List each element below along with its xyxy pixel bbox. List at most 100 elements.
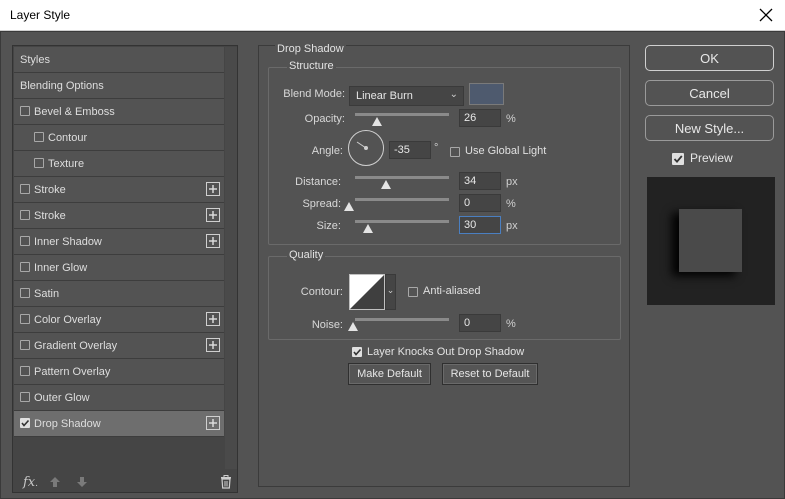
opacity-label: Opacity:: [304, 113, 345, 125]
spread-unit: %: [506, 198, 516, 210]
opacity-slider-track[interactable]: [355, 113, 449, 116]
style-list-item[interactable]: Outer Glow: [14, 385, 224, 411]
preview-checkbox[interactable]: [672, 153, 684, 165]
fx-icon[interactable]: fx.: [23, 475, 38, 490]
chevron-down-icon: ⌄: [449, 89, 458, 100]
add-effect-icon[interactable]: [206, 208, 220, 222]
window-title: Layer Style: [10, 8, 71, 22]
quality-group: Quality Contour: ⌄ Anti-aliased Noise: %: [268, 249, 621, 340]
style-checkbox[interactable]: [20, 418, 30, 428]
style-list-item[interactable]: Drop Shadow: [14, 411, 224, 437]
add-effect-icon[interactable]: [206, 312, 220, 326]
ok-button[interactable]: OK: [645, 45, 774, 71]
shadow-color-swatch[interactable]: [469, 83, 504, 105]
style-list-item[interactable]: Inner Glow: [14, 255, 224, 281]
close-icon[interactable]: [755, 4, 777, 26]
new-style-button[interactable]: New Style...: [645, 115, 774, 141]
style-checkbox[interactable]: [34, 158, 44, 168]
style-list-item[interactable]: Contour: [14, 125, 224, 151]
style-checkbox[interactable]: [20, 106, 30, 116]
add-effect-icon[interactable]: [206, 416, 220, 430]
style-list-items: Styles Blending Options Bevel & Emboss Cont…: [14, 47, 224, 437]
style-list-item[interactable]: Pattern Overlay: [14, 359, 224, 385]
style-list-item-label: Styles: [20, 54, 50, 66]
style-checkbox[interactable]: [20, 210, 30, 220]
spread-slider-thumb[interactable]: [344, 202, 354, 211]
quality-title: Quality: [287, 249, 326, 261]
trash-icon[interactable]: [220, 475, 232, 489]
spread-slider-track[interactable]: [355, 198, 449, 201]
make-default-button[interactable]: Make Default: [348, 363, 431, 385]
style-checkbox[interactable]: [20, 262, 30, 272]
noise-slider-thumb[interactable]: [348, 322, 358, 331]
style-checkbox[interactable]: [20, 340, 30, 350]
move-down-icon[interactable]: [76, 476, 88, 488]
structure-group: Structure Blend Mode: Linear Burn ⌄ Opac…: [268, 60, 621, 245]
style-checkbox[interactable]: [20, 288, 30, 298]
style-checkbox[interactable]: [20, 236, 30, 246]
distance-slider-track[interactable]: [355, 176, 449, 179]
style-list-item[interactable]: Stroke: [14, 177, 224, 203]
knockout-label[interactable]: Layer Knocks Out Drop Shadow: [367, 346, 524, 358]
noise-input[interactable]: [459, 314, 501, 332]
angle-dial[interactable]: [348, 130, 384, 166]
cancel-button[interactable]: Cancel: [645, 80, 774, 106]
style-checkbox[interactable]: [20, 314, 30, 324]
style-list-footer: fx.: [14, 470, 236, 492]
add-effect-icon[interactable]: [206, 234, 220, 248]
noise-unit: %: [506, 318, 516, 330]
size-slider-track[interactable]: [355, 220, 449, 223]
use-global-light-checkbox[interactable]: [450, 147, 460, 157]
knockout-checkbox[interactable]: [352, 347, 362, 357]
distance-input[interactable]: [459, 172, 501, 190]
noise-slider-track[interactable]: [355, 318, 449, 321]
distance-unit: px: [506, 176, 518, 188]
drop-shadow-title: Drop Shadow: [275, 43, 346, 55]
use-global-light-label[interactable]: Use Global Light: [465, 145, 546, 157]
style-list-item[interactable]: Texture: [14, 151, 224, 177]
blend-mode-select[interactable]: Linear Burn ⌄: [349, 86, 464, 106]
anti-aliased-label[interactable]: Anti-aliased: [423, 285, 480, 297]
style-list-item-label: Blending Options: [20, 80, 104, 92]
style-list-scrollbar[interactable]: [225, 47, 237, 469]
opacity-input[interactable]: [459, 109, 501, 127]
style-checkbox[interactable]: [20, 366, 30, 376]
style-list-item[interactable]: Styles: [14, 47, 224, 73]
add-effect-icon[interactable]: [206, 182, 220, 196]
move-up-icon[interactable]: [49, 476, 61, 488]
style-list-item-label: Bevel & Emboss: [34, 106, 115, 118]
contour-dropdown[interactable]: ⌄: [385, 274, 396, 310]
opacity-slider-thumb[interactable]: [372, 117, 382, 126]
drop-shadow-panel: Drop Shadow Structure Blend Mode: Linear…: [258, 43, 630, 487]
style-list-item[interactable]: Satin: [14, 281, 224, 307]
style-checkbox[interactable]: [20, 184, 30, 194]
angle-input[interactable]: [389, 141, 431, 159]
style-list-item[interactable]: Color Overlay: [14, 307, 224, 333]
anti-aliased-checkbox[interactable]: [408, 287, 418, 297]
structure-title: Structure: [287, 60, 336, 72]
style-list-item[interactable]: Bevel & Emboss: [14, 99, 224, 125]
style-list-item[interactable]: Blending Options: [14, 73, 224, 99]
title-bar: Layer Style: [0, 0, 785, 31]
reset-to-default-button[interactable]: Reset to Default: [442, 363, 538, 385]
size-slider-thumb[interactable]: [363, 224, 373, 233]
spread-input[interactable]: [459, 194, 501, 212]
blend-mode-value: Linear Burn: [356, 90, 413, 102]
style-checkbox[interactable]: [20, 392, 30, 402]
angle-unit: °: [434, 142, 439, 154]
contour-preview[interactable]: [349, 274, 385, 310]
style-list-item-label: Texture: [48, 158, 85, 170]
style-checkbox[interactable]: [34, 132, 44, 142]
style-list-item[interactable]: Inner Shadow: [14, 229, 224, 255]
style-list-item-label: Inner Glow: [34, 262, 88, 274]
style-list-item[interactable]: Gradient Overlay: [14, 333, 224, 359]
noise-label: Noise:: [311, 319, 343, 331]
layer-style-dialog: Styles Blending Options Bevel & Emboss Cont…: [0, 31, 785, 499]
add-effect-icon[interactable]: [206, 338, 220, 352]
style-list-item[interactable]: Stroke: [14, 203, 224, 229]
contour-label: Contour:: [300, 286, 343, 298]
preview-label[interactable]: Preview: [690, 151, 733, 165]
distance-slider-thumb[interactable]: [381, 180, 391, 189]
opacity-unit: %: [506, 113, 516, 125]
size-input[interactable]: [459, 216, 501, 234]
